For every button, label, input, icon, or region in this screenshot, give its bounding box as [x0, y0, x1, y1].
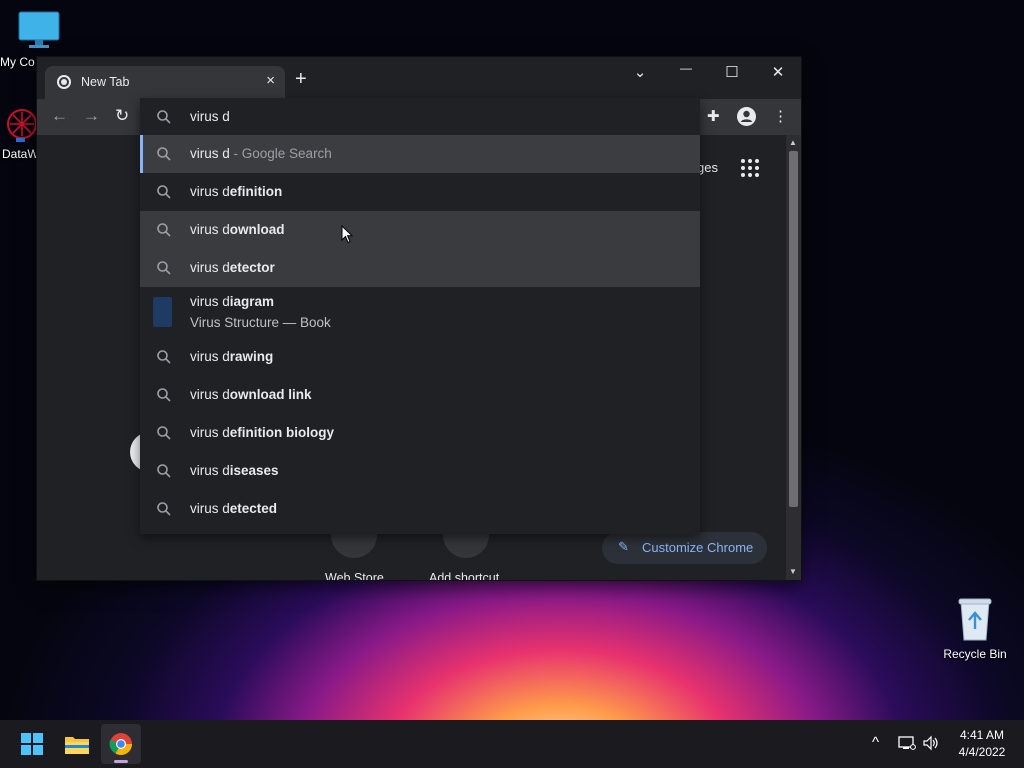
vertical-scrollbar[interactable]: ▲ ▼	[786, 135, 801, 580]
title-bar: New Tab × + ⌄ — ☐ ✕	[37, 57, 801, 99]
scroll-down-arrow-icon[interactable]: ▼	[789, 567, 797, 576]
new-tab-button[interactable]: +	[295, 69, 307, 89]
suggestion-google-search[interactable]: virus d - Google Search	[140, 135, 700, 173]
address-bar[interactable]: virus d	[140, 98, 700, 135]
profile-avatar-icon[interactable]	[737, 107, 756, 130]
omnibox-dropdown: virus d virus d - Google Search virus de…	[140, 98, 700, 534]
tab-new-tab[interactable]: New Tab ×	[45, 66, 285, 99]
scroll-up-arrow-icon[interactable]: ▲	[789, 138, 797, 147]
windows-start-icon[interactable]	[16, 728, 48, 760]
suggestion-completion: ownload	[229, 222, 285, 237]
suggestion-prefix: virus d	[190, 260, 230, 275]
suggestion-completion: rawing	[229, 349, 274, 364]
suggestion-prefix: virus d	[190, 222, 230, 237]
search-icon	[157, 464, 171, 478]
suggestion-row[interactable]: virus definition biology	[140, 414, 700, 452]
search-icon	[157, 261, 171, 275]
scrollbar-thumb[interactable]	[789, 151, 798, 507]
search-icon	[157, 223, 171, 237]
minimize-button[interactable]: —	[666, 61, 706, 75]
suggestion-completion: efinition biology	[229, 425, 335, 440]
suggestion-completion: etected	[229, 501, 278, 516]
suggestion-row[interactable]: virus download link	[140, 376, 700, 414]
suggestion-row[interactable]: virus detector	[140, 249, 700, 287]
suggestion-row[interactable]: virus detected	[140, 490, 700, 528]
suggestion-completion: iseases	[229, 463, 279, 478]
maximize-button[interactable]: ☐	[712, 63, 752, 81]
suggestion-text: virus d	[190, 146, 230, 161]
suggestion-row[interactable]: virus definition	[140, 173, 700, 211]
desktop-icon-label: Recycle Bin	[943, 647, 1007, 661]
shortcut-label-add-shortcut: Add shortcut	[429, 571, 500, 580]
suggestion-row[interactable]: virus download	[140, 211, 700, 249]
images-link[interactable]: ges	[697, 160, 718, 175]
desktop-icon-label: DataW	[2, 147, 39, 161]
clock-date: 4/4/2022	[958, 745, 1006, 759]
suggestion-prefix: virus d	[190, 387, 230, 402]
suggestion-prefix: virus d	[190, 184, 230, 199]
suggestion-prefix: virus d	[190, 425, 230, 440]
desktop-icon-datawrapper[interactable]: DataW	[2, 106, 42, 161]
suggestion-completion: ownload link	[229, 387, 312, 402]
suggestion-row[interactable]: virus drawing	[140, 338, 700, 376]
desktop-icon-recycle-bin[interactable]: Recycle Bin	[940, 596, 1010, 661]
tab-search-chevron-down-icon[interactable]: ⌄	[620, 63, 660, 81]
file-explorer-icon[interactable]	[61, 728, 93, 760]
book-thumbnail	[153, 297, 172, 327]
google-search-suffix: - Google Search	[229, 146, 332, 161]
active-app-indicator	[114, 760, 128, 763]
search-icon	[157, 185, 171, 199]
suggestion-row[interactable]: virus diseases	[140, 452, 700, 490]
chrome-favicon-icon	[57, 75, 71, 89]
suggestion-prefix: virus d	[190, 463, 230, 478]
close-window-button[interactable]: ✕	[758, 63, 798, 81]
show-hidden-icons-chevron-up-icon[interactable]: ^	[872, 734, 879, 751]
customize-chrome-label: Customize Chrome	[642, 540, 754, 555]
suggestion-prefix: virus d	[190, 501, 230, 516]
shortcut-label-web-store: Web Store	[325, 571, 384, 580]
clock-time: 4:41 AM	[959, 728, 1005, 742]
recycle-bin-icon	[958, 598, 992, 641]
clock[interactable]: 4:41 AM 4/4/2022	[950, 728, 1014, 759]
volume-icon[interactable]	[922, 735, 940, 751]
more-menu-icon[interactable]: ⋮	[773, 107, 788, 125]
search-icon	[157, 147, 171, 161]
reload-button[interactable]: ↻	[115, 106, 129, 126]
suggestion-row-entity[interactable]: virus diagram Virus Structure — Book	[140, 287, 700, 343]
customize-chrome-button[interactable]: ✎ Customize Chrome	[602, 532, 767, 564]
search-icon	[157, 502, 171, 516]
mouse-cursor-icon	[341, 225, 353, 244]
network-icon[interactable]	[898, 735, 916, 751]
monitor-icon	[18, 11, 60, 48]
suggestion-completion: efinition	[229, 184, 283, 199]
search-icon	[157, 350, 171, 364]
selection-indicator	[140, 135, 143, 173]
tab-close-icon[interactable]: ×	[266, 72, 275, 89]
chrome-taskbar-button[interactable]	[101, 724, 141, 764]
extensions-puzzle-icon[interactable]: ✚	[707, 107, 720, 125]
suggestion-prefix: virus d	[190, 349, 230, 364]
tab-title: New Tab	[81, 75, 130, 89]
search-icon	[157, 388, 171, 402]
suggestion-completion: etector	[229, 260, 275, 275]
google-apps-grid-icon[interactable]	[741, 159, 759, 177]
suggestion-prefix: virus d	[190, 294, 230, 309]
search-icon	[157, 110, 171, 124]
address-bar-query[interactable]: virus d	[190, 109, 230, 124]
forward-button[interactable]: →	[83, 106, 100, 126]
suggestion-completion: iagram	[229, 294, 275, 309]
datawrapper-icon	[7, 109, 37, 142]
suggestion-subtitle: Virus Structure — Book	[190, 315, 331, 330]
back-button[interactable]: ←	[51, 106, 68, 126]
taskbar: ^ 4:41 AM 4/4/2022	[0, 720, 1024, 768]
chrome-icon	[109, 733, 132, 755]
pencil-icon: ✎	[618, 539, 629, 554]
search-icon	[157, 426, 171, 440]
